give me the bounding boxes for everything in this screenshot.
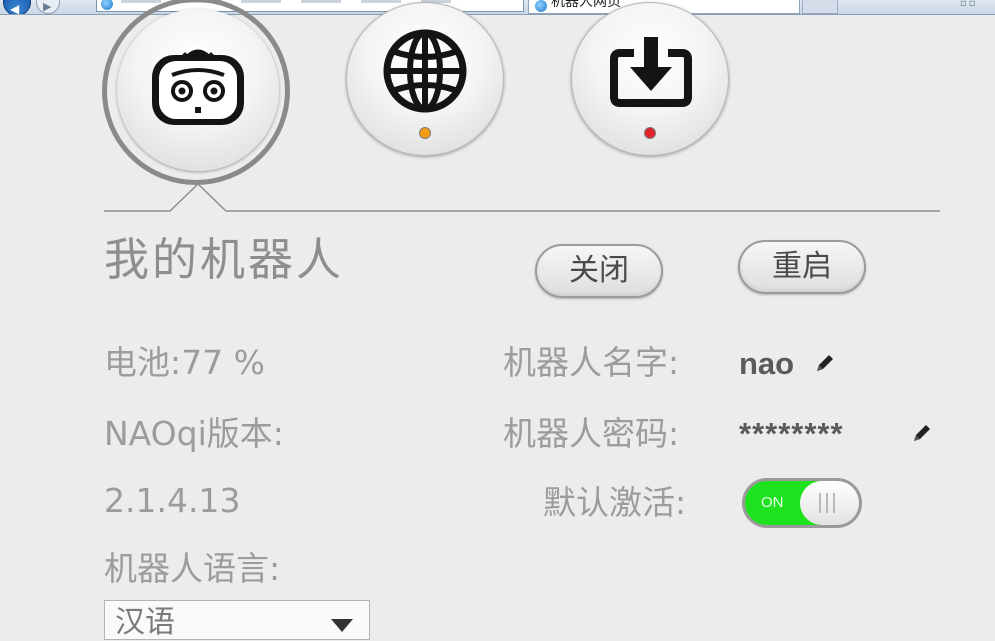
download-icon [610, 37, 692, 107]
ie-logo-icon [535, 0, 547, 12]
arrow-right-icon: ▶ [43, 0, 52, 13]
naoqi-version-label: NAOqi版本: [104, 414, 284, 453]
edit-name-pencil-icon[interactable] [814, 352, 836, 374]
grip-icon [819, 493, 839, 513]
naoqi-version-value: 2.1.4.13 [104, 481, 241, 520]
chevron-down-icon [331, 619, 353, 632]
update-tab-button[interactable] [571, 2, 729, 156]
network-tab-button[interactable] [346, 2, 504, 156]
window-controls-icon[interactable]: ▫▫ [960, 0, 978, 9]
new-tab-button[interactable] [802, 0, 838, 14]
toggle-on-label: ON [761, 494, 784, 511]
robot-name-label: 机器人名字: [503, 343, 680, 382]
arrow-left-icon: ◀ [10, 2, 20, 15]
robot-tab-button[interactable] [117, 9, 279, 171]
language-label: 机器人语言: [104, 549, 281, 588]
toggle-knob[interactable] [800, 481, 859, 525]
battery-value: 77 % [181, 343, 265, 382]
globe-icon [383, 29, 467, 113]
tab-title: 机器人网页 [551, 0, 621, 10]
language-select-value: 汉语 [115, 605, 175, 640]
battery-info: 电池:77 % [104, 343, 265, 383]
robot-password-value: ******** [739, 416, 844, 451]
language-select[interactable]: 汉语 [104, 600, 370, 640]
forward-button[interactable]: ▶ [36, 0, 60, 14]
edit-password-pencil-icon[interactable] [911, 422, 933, 444]
robot-name-value: nao [739, 346, 795, 381]
robot-face-icon [152, 46, 244, 125]
section-divider [104, 182, 940, 212]
restart-button[interactable]: 重启 [738, 240, 866, 294]
shutdown-button[interactable]: 关闭 [535, 244, 663, 298]
network-status-dot [419, 127, 431, 139]
page-title: 我的机器人 [104, 233, 345, 286]
ie-logo-icon [101, 0, 113, 10]
update-status-dot [644, 127, 656, 139]
back-button[interactable]: ◀ [3, 0, 31, 15]
autostart-toggle[interactable]: ON [742, 478, 862, 528]
battery-label: 电池: [104, 343, 182, 382]
robot-password-label: 机器人密码: [503, 414, 680, 453]
autostart-label: 默认激活: [543, 483, 687, 522]
